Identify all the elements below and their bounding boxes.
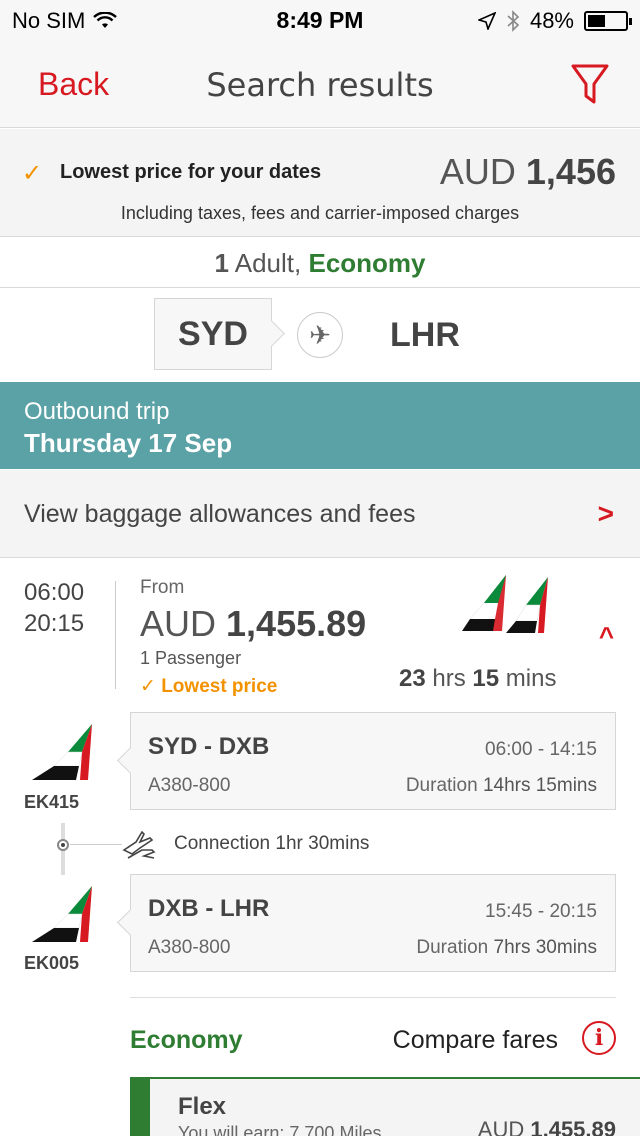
lowest-price-label: Lowest price for your dates xyxy=(60,161,322,183)
info-icon[interactable]: i xyxy=(582,1021,616,1055)
plane-icon: ✈ xyxy=(297,312,343,358)
duration-value: 7hrs 30mins xyxy=(493,937,598,958)
segment-card[interactable]: SYD - DXB 06:00 - 14:15 A380-800 Duratio… xyxy=(130,712,616,810)
duration-hours: 23 xyxy=(399,665,426,692)
flight-fare: AUD 1,455.89 xyxy=(140,603,366,645)
baggage-link[interactable]: View baggage allowances and fees > xyxy=(0,470,640,558)
duration-label: Duration xyxy=(405,775,478,796)
check-icon: ✓ xyxy=(22,160,43,187)
connection-icon xyxy=(122,830,156,859)
segment-origin: DXB xyxy=(148,895,199,922)
airline-logo-icon xyxy=(32,724,92,780)
price-note: Including taxes, fees and carrier-impose… xyxy=(120,203,520,223)
minutes-unit: mins xyxy=(505,665,557,692)
segment-destination: DXB xyxy=(218,733,270,760)
battery-icon xyxy=(584,11,632,31)
miles-earned: You will earn: 7,700 Miles xyxy=(178,1123,382,1136)
flight-number: EK005 xyxy=(24,953,80,973)
page-title: Search results xyxy=(206,66,434,104)
chevron-right-icon: > xyxy=(597,498,614,529)
battery-percent: 48% xyxy=(529,8,574,33)
segment-times: 15:45 - 20:15 xyxy=(485,901,597,922)
divider xyxy=(130,997,616,998)
outbound-date: Thursday 17 Sep xyxy=(24,428,233,458)
lowest-price-text: Lowest price xyxy=(161,676,278,697)
status-bar: No SIM 8:49 PM 48% xyxy=(0,0,640,40)
aircraft-type: A380-800 xyxy=(148,775,231,796)
chevron-up-icon[interactable]: ^ xyxy=(599,621,614,652)
airline-logo-icon xyxy=(32,886,92,942)
cabin-class: Economy xyxy=(308,248,426,278)
flight-summary[interactable]: 06:00 20:15 From AUD 1,455.89 1 Passenge… xyxy=(0,559,640,699)
segment-times: 06:00 - 14:15 xyxy=(485,739,597,760)
passenger-label: 1 Passenger xyxy=(140,648,242,668)
status-right: 48% xyxy=(477,8,632,34)
outbound-header: Outbound trip Thursday 17 Sep xyxy=(0,382,640,469)
segment-route: SYD - DXB xyxy=(148,733,270,760)
duration-minutes: 15 xyxy=(472,665,500,692)
connection-connector xyxy=(70,844,122,845)
passenger-count: 1 xyxy=(214,248,229,278)
fare-currency: AUD xyxy=(477,1117,525,1136)
segment-destination: LHR xyxy=(220,895,270,922)
segment-card[interactable]: DXB - LHR 15:45 - 20:15 A380-800 Duratio… xyxy=(130,874,616,972)
duration-label: Duration xyxy=(416,937,489,958)
price-value: 1,456 xyxy=(525,151,616,192)
fare-price: AUD 1,455.89 xyxy=(478,1117,616,1136)
nav-bar: Back Search results xyxy=(0,40,640,128)
filter-icon[interactable] xyxy=(570,62,610,106)
price-currency: AUD xyxy=(439,151,516,192)
battery-tip xyxy=(629,18,632,25)
segment-origin: SYD xyxy=(148,733,198,760)
arrive-time: 20:15 xyxy=(24,610,85,637)
flight-number: EK415 xyxy=(24,792,80,812)
route-row: SYD ✈ LHR xyxy=(0,289,640,381)
destination-airport[interactable]: LHR xyxy=(390,316,460,355)
total-duration: 23 hrs 15 mins xyxy=(399,665,556,693)
duration-value: 14hrs 15mins xyxy=(482,775,597,796)
check-icon: ✓ xyxy=(140,676,156,697)
baggage-label: View baggage allowances and fees xyxy=(24,500,416,528)
segment-duration: Duration 7hrs 30mins xyxy=(416,937,597,959)
fare-currency: AUD xyxy=(140,603,217,644)
fare-name: Flex xyxy=(178,1093,227,1120)
connection-label: Connection 1hr 30mins xyxy=(174,833,370,854)
passenger-summary: 1 Adult, Economy xyxy=(0,238,640,288)
passenger-type: Adult, xyxy=(234,248,302,278)
fare-cabin-label: Economy xyxy=(130,1026,243,1054)
lowest-price-banner: ✓ Lowest price for your dates AUD 1,456 … xyxy=(0,129,640,237)
lowest-price-amount: AUD 1,456 xyxy=(440,151,616,193)
outbound-label: Outbound trip xyxy=(24,398,170,425)
lowest-price-tag: ✓ Lowest price xyxy=(140,675,277,698)
connection-dot xyxy=(57,839,69,851)
aircraft-type: A380-800 xyxy=(148,937,231,958)
battery-fill xyxy=(588,15,606,27)
airline-logo-icon xyxy=(462,573,548,633)
segment-duration: Duration 14hrs 15mins xyxy=(406,775,597,797)
bluetooth-icon xyxy=(507,10,520,32)
location-arrow-icon xyxy=(477,12,496,30)
origin-airport[interactable]: SYD xyxy=(154,298,272,370)
hours-unit: hrs xyxy=(432,665,466,692)
depart-time: 06:00 xyxy=(24,579,85,606)
fare-amount: 1,455.89 xyxy=(226,603,367,644)
flight-times: 06:00 20:15 xyxy=(24,577,84,639)
from-label: From xyxy=(140,577,185,598)
segment-route: DXB - LHR xyxy=(148,895,270,922)
divider xyxy=(115,581,116,689)
fare-amount: 1,455.89 xyxy=(530,1117,616,1136)
compare-fares-link[interactable]: Compare fares xyxy=(393,1026,558,1055)
fare-option-flex[interactable]: Flex You will earn: 7,700 Miles AUD 1,45… xyxy=(130,1077,640,1136)
